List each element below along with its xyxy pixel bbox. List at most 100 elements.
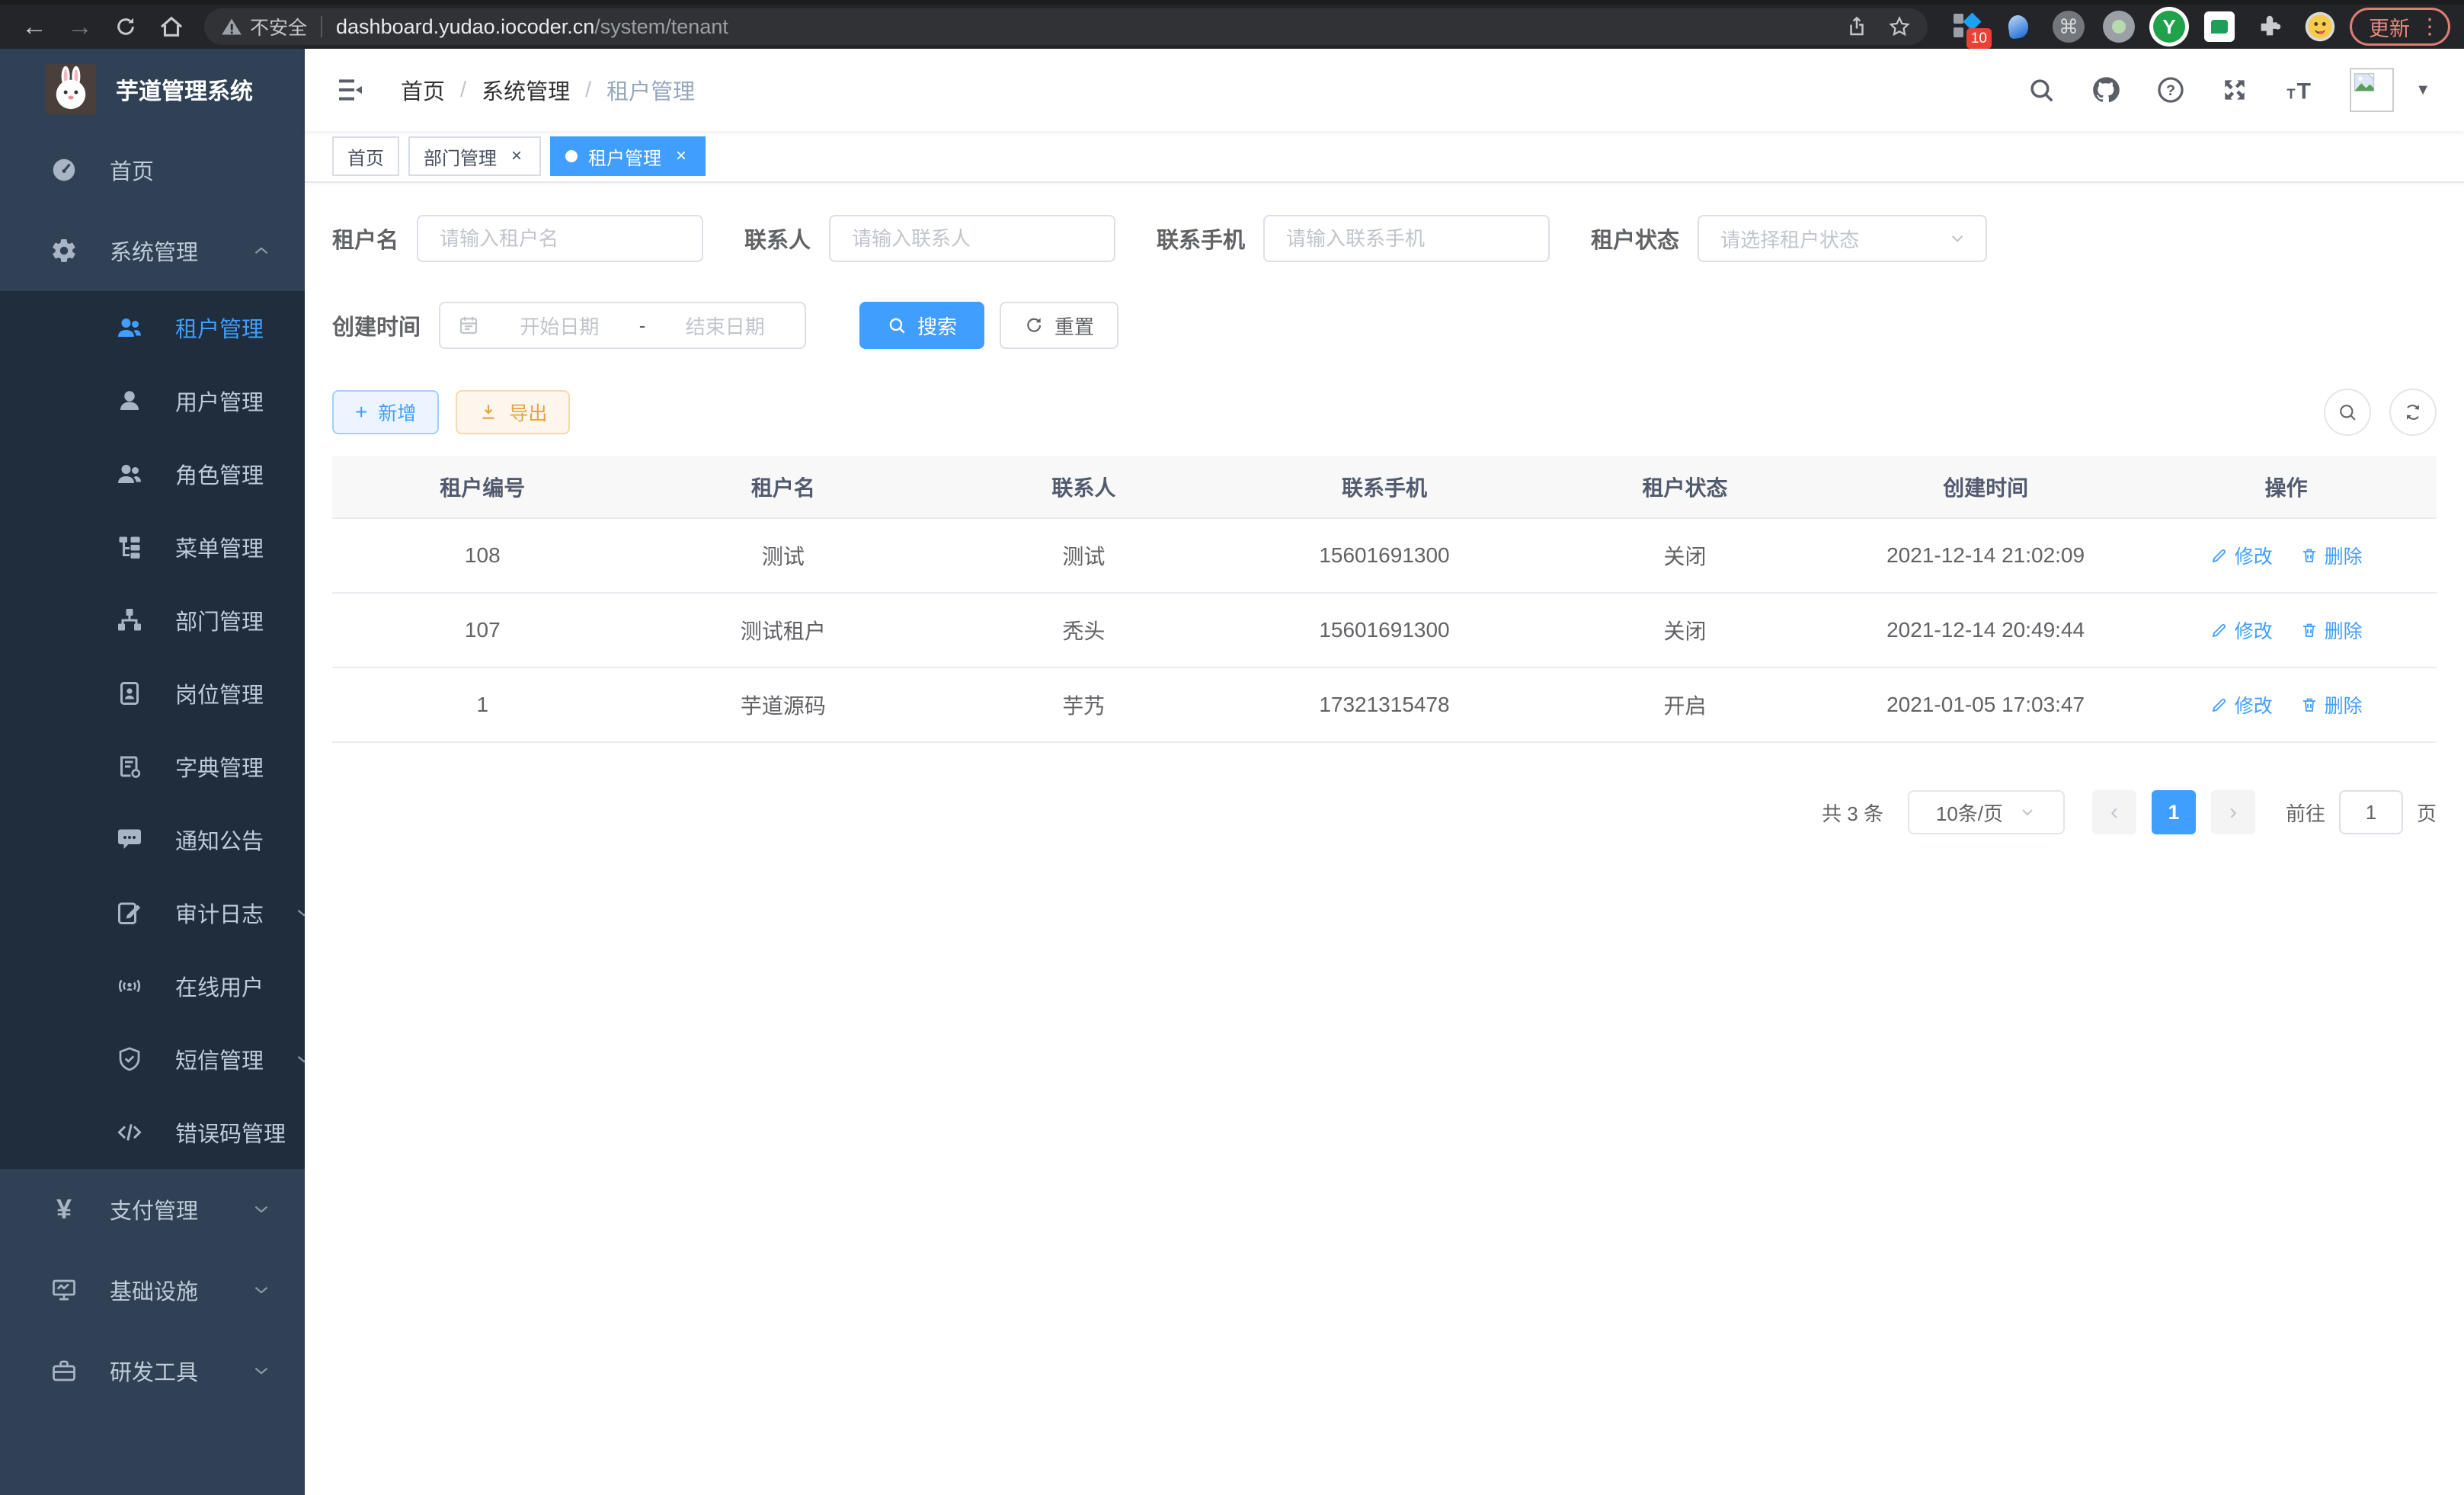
extension-icon-gray-dot[interactable] [2101,9,2136,44]
extension-icon-blocks[interactable]: 10 [1950,9,1986,44]
extension-icon-balloon[interactable] [2001,9,2036,44]
sidebar-item-audit-log[interactable]: 审计日志 [0,876,305,949]
sidebar-item-post[interactable]: 岗位管理 [0,657,305,730]
sidebar-item-tenant[interactable]: 租户管理 [0,291,305,364]
cell-tenant-name: 测试租户 [633,593,934,667]
toggle-search-button[interactable] [2324,389,2371,436]
security-label[interactable]: 不安全 [250,13,307,40]
reset-button[interactable]: 重置 [1000,302,1118,349]
chevron-down-icon [2018,803,2037,821]
delete-link[interactable]: 删除 [2300,542,2363,569]
add-button[interactable]: + 新增 [332,390,439,434]
github-link[interactable] [2091,75,2121,105]
export-button[interactable]: 导出 [456,390,570,434]
tenant-name-input[interactable] [417,215,703,262]
sidebar-item-sms[interactable]: 短信管理 [0,1023,305,1096]
next-page-button[interactable]: › [2211,790,2255,834]
delete-link[interactable]: 删除 [2300,691,2363,719]
sidebar-item-notice[interactable]: 通知公告 [0,803,305,876]
search-button[interactable]: 搜索 [859,302,984,349]
status-select[interactable]: 请选择租户状态 [1698,215,1987,262]
header-search-button[interactable] [2027,75,2056,104]
tag-home[interactable]: 首页 [332,136,399,176]
sidebar-submenu-system: 租户管理 用户管理 角色管理 菜单管理 [0,291,305,1169]
browser-home-button[interactable] [151,7,192,46]
edit-link[interactable]: 修改 [2210,542,2273,569]
sidebar-item-user[interactable]: 用户管理 [0,364,305,437]
sidebar-item-system[interactable]: 系统管理 [0,210,305,291]
font-size-button[interactable]: TT [2284,75,2315,105]
url-path: /system/tenant [594,15,728,38]
search-icon [887,315,907,335]
users-icon [114,459,145,489]
date-range-picker[interactable]: 开始日期 - 结束日期 [439,302,806,349]
mobile-input[interactable] [1263,215,1550,262]
breadcrumb-section[interactable]: 系统管理 [482,74,570,106]
field-label: 联系人 [744,222,811,255]
help-button[interactable]: ? [2156,75,2185,104]
prev-page-button[interactable]: ‹ [2092,790,2136,834]
extension-icon-chat[interactable] [2202,9,2237,44]
cell-tenant-name: 测试 [633,518,934,593]
plus-icon: + [355,402,367,423]
sidebar-item-dept[interactable]: 部门管理 [0,584,305,657]
refresh-table-button[interactable] [2389,389,2437,436]
sidebar-item-dev-tools[interactable]: 研发工具 [0,1330,305,1411]
sidebar-logo[interactable]: 芋道管理系统 [0,49,305,130]
trash-icon [2300,546,2318,565]
sidebar-item-dict[interactable]: 字典管理 [0,730,305,803]
extensions-puzzle-button[interactable] [2252,9,2287,44]
sidebar-item-infra[interactable]: 基础设施 [0,1250,305,1330]
close-icon[interactable]: × [672,146,690,167]
url-text[interactable]: dashboard.yudao.iocoder.cn/system/tenant [336,15,728,39]
sidebar-item-role[interactable]: 角色管理 [0,437,305,511]
sidebar-item-pay[interactable]: ¥ 支付管理 [0,1169,305,1250]
puzzle-icon [2257,14,2283,40]
sidebar-collapse-button[interactable] [335,75,366,105]
breadcrumb-home[interactable]: 首页 [401,74,445,106]
current-page-button[interactable]: 1 [2152,790,2196,834]
tag-dept[interactable]: 部门管理× [408,136,541,176]
sidebar-item-home[interactable]: 首页 [0,130,305,210]
extension-icon-command[interactable]: ⌘ [2051,9,2086,44]
cell-created: 2021-01-05 17:03:47 [1835,667,2136,742]
user-avatar[interactable] [2350,68,2394,112]
sidebar-item-online-users[interactable]: 在线用户 [0,949,305,1023]
delete-link[interactable]: 删除 [2300,616,2363,644]
browser-back-button[interactable]: ← [14,7,55,46]
extension-icon-y[interactable]: Y [2152,9,2187,44]
browser-update-button[interactable]: 更新 ⋮ [2350,8,2450,46]
cell-actions: 修改 删除 [2136,593,2437,667]
browser-profile-avatar[interactable] [2302,9,2338,44]
edit-link[interactable]: 修改 [2210,616,2273,644]
edit-link[interactable]: 修改 [2210,691,2273,719]
close-icon[interactable]: × [507,146,526,167]
gear-icon [49,235,79,266]
security-warning-icon[interactable] [221,16,242,37]
sidebar-item-menu[interactable]: 菜单管理 [0,511,305,584]
address-bar[interactable]: 不安全 dashboard.yudao.iocoder.cn/system/te… [204,8,1928,45]
share-button[interactable] [1845,15,1868,38]
cell-status: 开启 [1534,667,1835,742]
column-header: 租户名 [633,456,934,518]
contact-input[interactable] [829,215,1115,262]
browser-menu-icon[interactable]: ⋮ [2419,21,2440,32]
field-contact: 联系人 [744,215,1115,262]
browser-forward-button[interactable]: → [59,7,101,46]
refresh-icon [1024,315,1044,335]
sidebar-item-label: 租户管理 [175,312,271,344]
start-date-placeholder[interactable]: 开始日期 [497,312,622,340]
message-icon [114,824,145,855]
sidebar-item-error-code[interactable]: 错误码管理 [0,1096,305,1169]
monitor-icon [49,1275,79,1305]
caret-down-icon[interactable]: ▼ [2415,82,2430,99]
pencil-icon [2210,621,2229,639]
end-date-placeholder[interactable]: 结束日期 [662,312,788,340]
page-size-select[interactable]: 10条/页 [1908,790,2065,834]
tag-tenant-active[interactable]: 租户管理× [550,136,706,176]
goto-page-input[interactable] [2339,790,2403,834]
bookmark-star-button[interactable] [1888,15,1911,38]
column-header: 联系人 [933,456,1234,518]
browser-reload-button[interactable] [105,7,146,46]
fullscreen-button[interactable] [2220,75,2249,104]
